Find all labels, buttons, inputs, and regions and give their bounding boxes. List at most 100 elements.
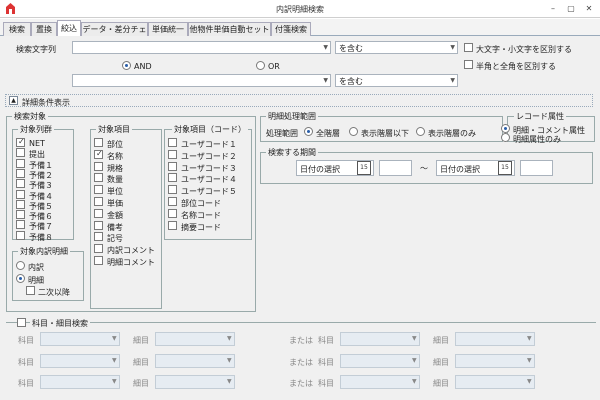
or-radio[interactable] [256,61,265,70]
restore-button[interactable]: ▢ [566,4,576,13]
record-detail-comment-radio[interactable] [501,124,510,133]
target-code-checkbox[interactable] [168,173,177,183]
target-item-checkbox[interactable] [94,256,103,265]
sub-subject-label: 細目 [133,358,149,367]
target-item-checkbox[interactable] [94,138,103,147]
calendar-icon[interactable]: 15 [357,161,371,175]
case-sensitive-checkbox[interactable] [464,43,473,52]
from-date-label: 日付の選択 [300,165,340,174]
tab-auto-set-price[interactable]: 他物件単価自動セット [188,22,271,36]
target-column-checkbox[interactable] [16,137,25,147]
or-label: または [289,358,313,367]
search-target-title: 検索対象 [12,111,48,122]
target-column-checkbox[interactable] [16,220,25,230]
tab-data-diff-check[interactable]: データ・差分チェック [81,22,148,47]
tab-search[interactable]: 検索 [3,22,31,36]
subject-label: 科目 [318,358,334,367]
chevron-down-icon: ▼ [412,378,417,385]
subject-select[interactable] [40,354,120,368]
sub-subject-select[interactable] [155,354,235,368]
target-code-label: ユーザコード１ [181,140,237,149]
target-item-checkbox[interactable] [94,220,103,230]
target-items-title: 対象項目 [96,124,132,135]
subject-select[interactable] [40,375,120,389]
chevron-down-icon: ▼ [112,357,117,364]
or-label: または [289,379,313,388]
target-column-checkbox[interactable] [16,158,25,168]
below-level-radio[interactable] [349,127,358,136]
match-operator-select-2[interactable]: を含む ▼ [335,74,458,87]
chevron-down-icon: ▼ [412,335,417,342]
breakdown-radio[interactable] [16,261,25,270]
from-time-input[interactable] [379,160,412,176]
target-item-label: 単価 [107,199,123,208]
target-item-checkbox[interactable] [94,185,103,195]
all-levels-radio[interactable] [304,127,313,136]
width-sensitive-checkbox[interactable] [464,60,473,69]
level-only-radio[interactable] [416,127,425,136]
subject-select[interactable] [340,332,420,346]
target-code-label: 摘要コード [181,222,221,232]
record-detail-only-radio[interactable] [501,133,510,142]
detail-toggle-bar[interactable] [5,94,593,107]
sub-subject-select[interactable] [455,375,535,389]
match-operator-select-1[interactable]: を含む ▼ [335,41,458,54]
target-column-checkbox[interactable] [16,189,25,199]
target-column-checkbox[interactable] [16,230,25,240]
tab-replace[interactable]: 置換 [31,22,57,36]
target-column-checkbox[interactable] [16,199,25,209]
target-item-checkbox[interactable] [94,197,103,206]
sub-subject-select[interactable] [455,354,535,368]
close-button[interactable]: ✕ [584,4,594,13]
tab-filter[interactable]: 絞込 [57,20,81,36]
tab-sticky-search[interactable]: 付箋検索 [271,22,311,36]
target-item-checkbox[interactable] [94,173,103,183]
search-string-input-1[interactable]: ▼ [72,41,331,54]
calendar-icon[interactable]: 15 [498,161,512,175]
and-radio[interactable] [122,61,131,70]
target-column-checkbox[interactable] [16,179,25,189]
target-column-checkbox[interactable] [16,148,25,158]
target-code-checkbox[interactable] [168,138,177,147]
target-item-checkbox[interactable] [94,208,103,218]
sub-subject-select[interactable] [155,375,235,389]
target-item-checkbox[interactable] [94,232,103,242]
target-code-checkbox[interactable] [168,208,177,218]
target-code-checkbox[interactable] [168,220,177,230]
collapse-icon[interactable]: ▲ [9,96,18,105]
target-item-checkbox[interactable] [94,149,103,159]
target-item-checkbox[interactable] [94,161,103,171]
tab-unit-price-unify[interactable]: 単価統一 [148,22,188,36]
subject-select[interactable] [40,332,120,346]
width-sensitive-label: 半角と全角を区別する [476,62,556,71]
target-item-label: 内訳コメント [107,246,155,256]
target-code-checkbox[interactable] [168,185,177,195]
to-time-input[interactable] [520,160,553,176]
target-code-checkbox[interactable] [168,197,177,206]
target-code-checkbox[interactable] [168,161,177,171]
target-column-checkbox[interactable] [16,210,25,220]
sub-subject-select[interactable] [455,332,535,346]
sub-subject-select[interactable] [155,332,235,346]
target-detail-title: 対象内訳明細 [18,246,70,257]
target-code-label: ユーザコード５ [181,187,237,197]
subject-select[interactable] [340,354,420,368]
chevron-down-icon: ▼ [450,44,455,51]
target-column-checkbox[interactable] [16,168,25,178]
subject-search-checkbox[interactable] [17,318,26,327]
record-attribute-title: レコード属性 [514,111,566,122]
target-item-label: 部位 [107,140,123,149]
target-code-label: 部位コード [181,199,221,208]
detail-radio[interactable] [16,274,25,283]
target-code-checkbox[interactable] [168,149,177,159]
target-item-checkbox[interactable] [94,244,103,254]
sub-subject-label: 細目 [433,336,449,345]
search-string-input-2[interactable]: ▼ [72,74,331,87]
secondary-checkbox[interactable] [26,286,35,295]
chevron-down-icon: ▼ [527,378,532,385]
subject-select[interactable] [340,375,420,389]
target-item-label: 規格 [107,163,123,173]
chevron-down-icon: ▼ [527,357,532,364]
subject-search-title: 科目・細目検索 [30,318,90,329]
minimize-button[interactable]: – [548,4,558,13]
